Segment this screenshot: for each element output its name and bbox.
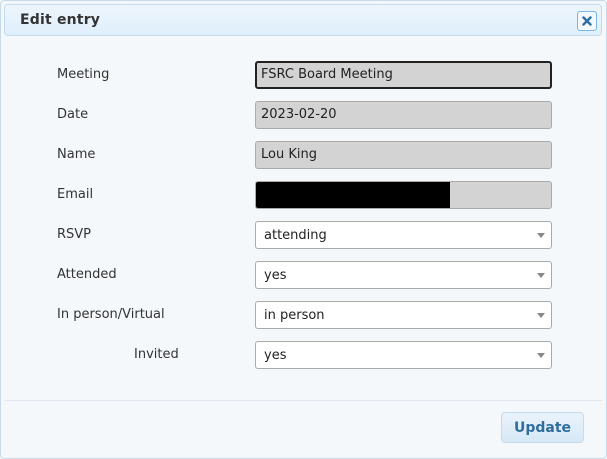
invited-label: Invited [134, 347, 179, 362]
name-label: Name [57, 147, 96, 162]
attended-row: Attended yes [1, 261, 606, 289]
meeting-row: Meeting FSRC Board Meeting [1, 61, 606, 89]
rsvp-select[interactable]: attending [255, 221, 552, 249]
invited-select[interactable]: yes [255, 341, 552, 369]
rsvp-label: RSVP [57, 227, 92, 242]
date-label: Date [57, 107, 89, 122]
update-button[interactable]: Update [501, 412, 584, 443]
name-field[interactable]: Lou King [255, 141, 552, 169]
in-person-label: In person/Virtual [57, 307, 165, 322]
date-row: Date 2023-02-20 [1, 101, 606, 129]
close-icon [582, 16, 592, 26]
email-label: Email [57, 187, 94, 202]
dialog-title: Edit entry [20, 12, 101, 28]
rsvp-value: attending [264, 228, 327, 243]
in-person-value: in person [264, 308, 325, 323]
attended-select[interactable]: yes [255, 261, 552, 289]
in-person-select[interactable]: in person [255, 301, 552, 329]
close-button[interactable] [577, 11, 597, 31]
dialog-titlebar[interactable]: Edit entry [4, 4, 602, 36]
meeting-field[interactable]: FSRC Board Meeting [255, 61, 552, 89]
dropdown-arrow-icon [537, 313, 545, 318]
dropdown-arrow-icon [537, 233, 545, 238]
dropdown-arrow-icon [537, 273, 545, 278]
email-field[interactable] [255, 181, 552, 209]
attended-value: yes [264, 268, 287, 283]
in-person-row: In person/Virtual in person [1, 301, 606, 329]
rsvp-row: RSVP attending [1, 221, 606, 249]
date-field[interactable]: 2023-02-20 [255, 101, 552, 129]
redaction-block [256, 182, 450, 208]
attended-label: Attended [57, 267, 117, 282]
invited-value: yes [264, 348, 287, 363]
button-pane-divider [5, 400, 602, 401]
name-row: Name Lou King [1, 141, 606, 169]
invited-row: Invited yes [1, 341, 606, 369]
meeting-label: Meeting [57, 67, 110, 82]
dropdown-arrow-icon [537, 353, 545, 358]
edit-entry-dialog: Edit entry Meeting FSRC Board Meeting Da… [0, 0, 607, 459]
email-row: Email [1, 181, 606, 209]
